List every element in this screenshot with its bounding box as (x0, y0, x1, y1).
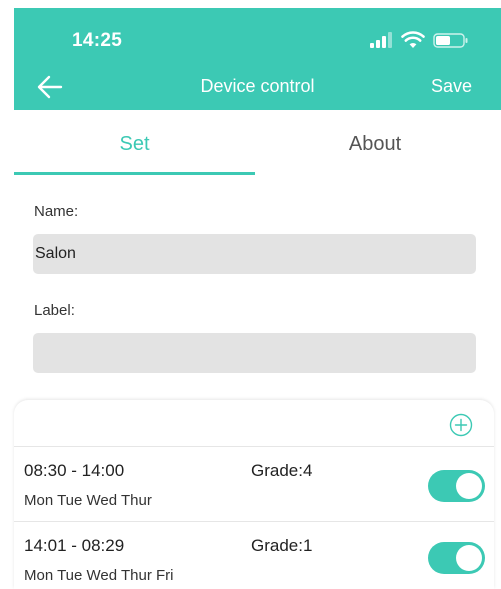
schedule-grade: Grade:4 (251, 461, 313, 480)
tab-about[interactable]: About (255, 120, 495, 174)
tab-bar: Set About (14, 120, 501, 176)
wifi-icon (401, 31, 425, 48)
name-label: Name: (34, 203, 79, 220)
signal-icon (370, 32, 392, 48)
name-input[interactable] (33, 234, 476, 274)
toggle-knob (456, 545, 482, 571)
schedule-grade: Grade:1 (251, 536, 313, 555)
status-icons (370, 31, 480, 52)
divider (14, 446, 494, 447)
status-time: 14:25 (72, 30, 123, 51)
active-tab-indicator (14, 172, 255, 175)
app-header: 14:25 Device control Save (14, 8, 501, 110)
tab-set[interactable]: Set (14, 120, 255, 174)
label-label: Label: (34, 302, 75, 319)
schedule-toggle[interactable] (428, 470, 485, 502)
schedule-time: 14:01 - 08:29 (24, 536, 125, 555)
schedule-time: 08:30 - 14:00 (24, 461, 125, 480)
schedule-toggle[interactable] (428, 542, 485, 574)
toggle-knob (456, 473, 482, 499)
battery-icon (433, 33, 468, 48)
schedule-days: Mon Tue Wed Thur (24, 492, 152, 509)
save-button[interactable]: Save (431, 76, 472, 97)
plus-circle-icon[interactable] (449, 413, 473, 437)
page-title: Device control (200, 76, 315, 96)
schedule-days: Mon Tue Wed Thur Fri (24, 567, 174, 584)
divider (14, 521, 494, 522)
label-input[interactable] (33, 333, 476, 373)
